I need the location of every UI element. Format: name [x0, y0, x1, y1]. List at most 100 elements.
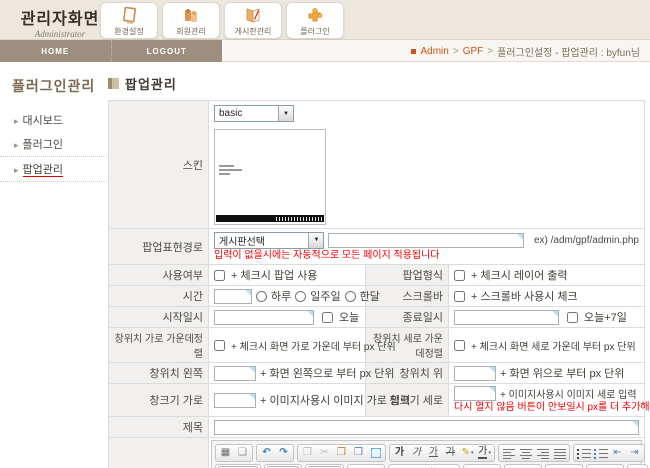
sidebar-item-popup[interactable]: 팝업관리 [0, 157, 106, 182]
breadcrumb-bullet-icon [411, 49, 416, 54]
toolbar-group [627, 464, 648, 468]
start-today-checkbox[interactable] [322, 312, 333, 323]
pos-left-desc: + 화면 왼쪽으로 부터 px 단위 [260, 365, 395, 381]
sidebar-item-dashboard[interactable]: 대시보드 [0, 108, 106, 132]
undo-button[interactable]: ↶ [258, 445, 275, 461]
outdent-button[interactable]: ⇤ [609, 445, 626, 461]
copy-button[interactable]: ❐ [299, 445, 316, 461]
undo-icon: ↶ [262, 448, 270, 458]
align-right-button[interactable] [534, 445, 551, 461]
align-center-button[interactable] [517, 445, 534, 461]
sidebar-item-plugin[interactable]: 플러그인 [0, 132, 106, 157]
preview-text-lines [215, 163, 242, 175]
vcenter-checkbox[interactable] [454, 340, 465, 351]
align-justify-icon [554, 448, 566, 459]
breadcrumb-current: 플러그인설정 - 팝업관리 : byfun님 [497, 44, 640, 59]
hcenter-checkbox[interactable] [214, 340, 225, 351]
underline-icon: 가 [429, 448, 438, 458]
menu-label: 회원관리 [176, 27, 205, 36]
skin-select[interactable]: basic [214, 105, 294, 122]
pos-top-input[interactable] [454, 366, 496, 381]
toolbar-group: ∞∞ [504, 464, 542, 468]
highlight-color-icon: ✎ [462, 448, 470, 458]
indent-button[interactable]: ⇥ [626, 445, 643, 461]
path-example: ex) /adm/gpf/admin.php [534, 235, 639, 246]
admin-page: 관리자화면 Administrator 환경설정 회원관리 게시판관리 [0, 0, 650, 468]
menu-settings[interactable]: 환경설정 [100, 2, 158, 39]
underline-button[interactable]: 가 [425, 445, 442, 461]
home-button[interactable]: HOME [0, 40, 111, 62]
toolbar-group: 가가가가✎▾가▾ [389, 444, 495, 462]
align-left-button[interactable] [500, 445, 517, 461]
end-input[interactable] [454, 310, 559, 325]
subject-input[interactable] [214, 420, 639, 435]
path-input[interactable] [328, 233, 523, 248]
chevron-down-icon [308, 233, 323, 248]
breadcrumb-link-admin[interactable]: Admin [421, 46, 449, 57]
toolbar-group: ▦❏ [215, 444, 253, 462]
chevron-down-icon: ▾ [488, 450, 491, 456]
unordered-list-icon [594, 448, 608, 459]
strikethrough-button[interactable]: 가 [442, 445, 459, 461]
path-note: 입력이 없을시에는 자동적으로 모든 페이지 적용됩니다 [214, 249, 639, 262]
paste-html-button[interactable]: ❒ [350, 445, 367, 461]
breadcrumb-separator: > [453, 46, 459, 57]
vcenter-desc: + 체크시 화면 세로 가운데 부터 px 단위 [471, 338, 636, 353]
use-checkbox[interactable] [214, 270, 225, 281]
toolbar-group: ⇤⇥ [573, 444, 645, 462]
hcenter-label: 창위치 가로 가운데정렬 [109, 328, 209, 363]
size-height-input[interactable] [454, 386, 496, 401]
skin-label: 스킨 [109, 101, 209, 229]
select-all-button[interactable] [367, 445, 384, 461]
toolbar-group: “Ω⇅☺ [388, 464, 460, 468]
unordered-list-button[interactable] [592, 445, 609, 461]
time-input[interactable] [214, 289, 252, 304]
menu-plugin[interactable]: 플러그인 [286, 2, 344, 39]
logout-button[interactable]: LOGOUT [111, 40, 223, 62]
font-color-icon: 가 [478, 447, 487, 459]
app-title: 관리자화면 [14, 5, 106, 29]
end-week-checkbox[interactable] [567, 312, 578, 323]
align-justify-button[interactable] [551, 445, 568, 461]
size-height-desc: + 이미지사용시 이미지 세로 입력 [500, 386, 637, 401]
time-radio-month[interactable] [345, 291, 356, 302]
end-label: 종료일시 [366, 307, 449, 328]
menu-members[interactable]: 회원관리 [162, 2, 220, 39]
font-color-button[interactable]: 가▾ [476, 445, 493, 461]
hcenter-desc: + 체크시 화면 가로 가운데 부터 px 단위 [231, 338, 396, 353]
use-label: 사용여부 [109, 265, 209, 286]
format-desc: + 체크시 레이어 출력 [471, 267, 568, 283]
copy-icon: ❐ [303, 448, 312, 458]
cut-icon: ✂ [320, 448, 328, 458]
print-icon: ▦ [221, 448, 230, 458]
new-document-button[interactable]: ❏ [234, 445, 251, 461]
toolbar-group: ❐ ✂ ❒ ❒ [297, 444, 386, 462]
outdent-icon: ⇤ [613, 448, 621, 458]
italic-button[interactable]: 가 [408, 445, 425, 461]
board-select[interactable]: 게시판선택 [214, 232, 324, 249]
time-radio-week[interactable] [295, 291, 306, 302]
app-header: 관리자화면 Administrator 환경설정 회원관리 게시판관리 [0, 0, 650, 40]
pos-left-input[interactable] [214, 366, 256, 381]
align-left-icon [503, 448, 515, 459]
time-radio-day[interactable] [256, 291, 267, 302]
highlight-color-button[interactable]: ✎▾ [459, 445, 476, 461]
menu-board[interactable]: 게시판관리 [224, 2, 282, 39]
print-button[interactable]: ▦ [217, 445, 234, 461]
scrollbar-checkbox[interactable] [454, 291, 465, 302]
cut-button[interactable]: ✂ [316, 445, 333, 461]
breadcrumb-link-gpf[interactable]: GPF [463, 46, 484, 57]
paste-icon: ❒ [337, 448, 346, 458]
ordered-list-button[interactable] [575, 445, 592, 461]
skin-preview [214, 129, 326, 225]
bold-icon: 가 [395, 448, 404, 458]
size-width-input[interactable] [214, 393, 256, 408]
format-checkbox[interactable] [454, 270, 465, 281]
redo-button[interactable]: ↷ [275, 445, 292, 461]
align-center-icon [520, 448, 532, 459]
start-input[interactable] [214, 310, 314, 325]
paste-button[interactable]: ❒ [333, 445, 350, 461]
editor-label-cell [109, 438, 209, 468]
bold-button[interactable]: 가 [391, 445, 408, 461]
format-label: 팝업형식 [366, 265, 449, 286]
